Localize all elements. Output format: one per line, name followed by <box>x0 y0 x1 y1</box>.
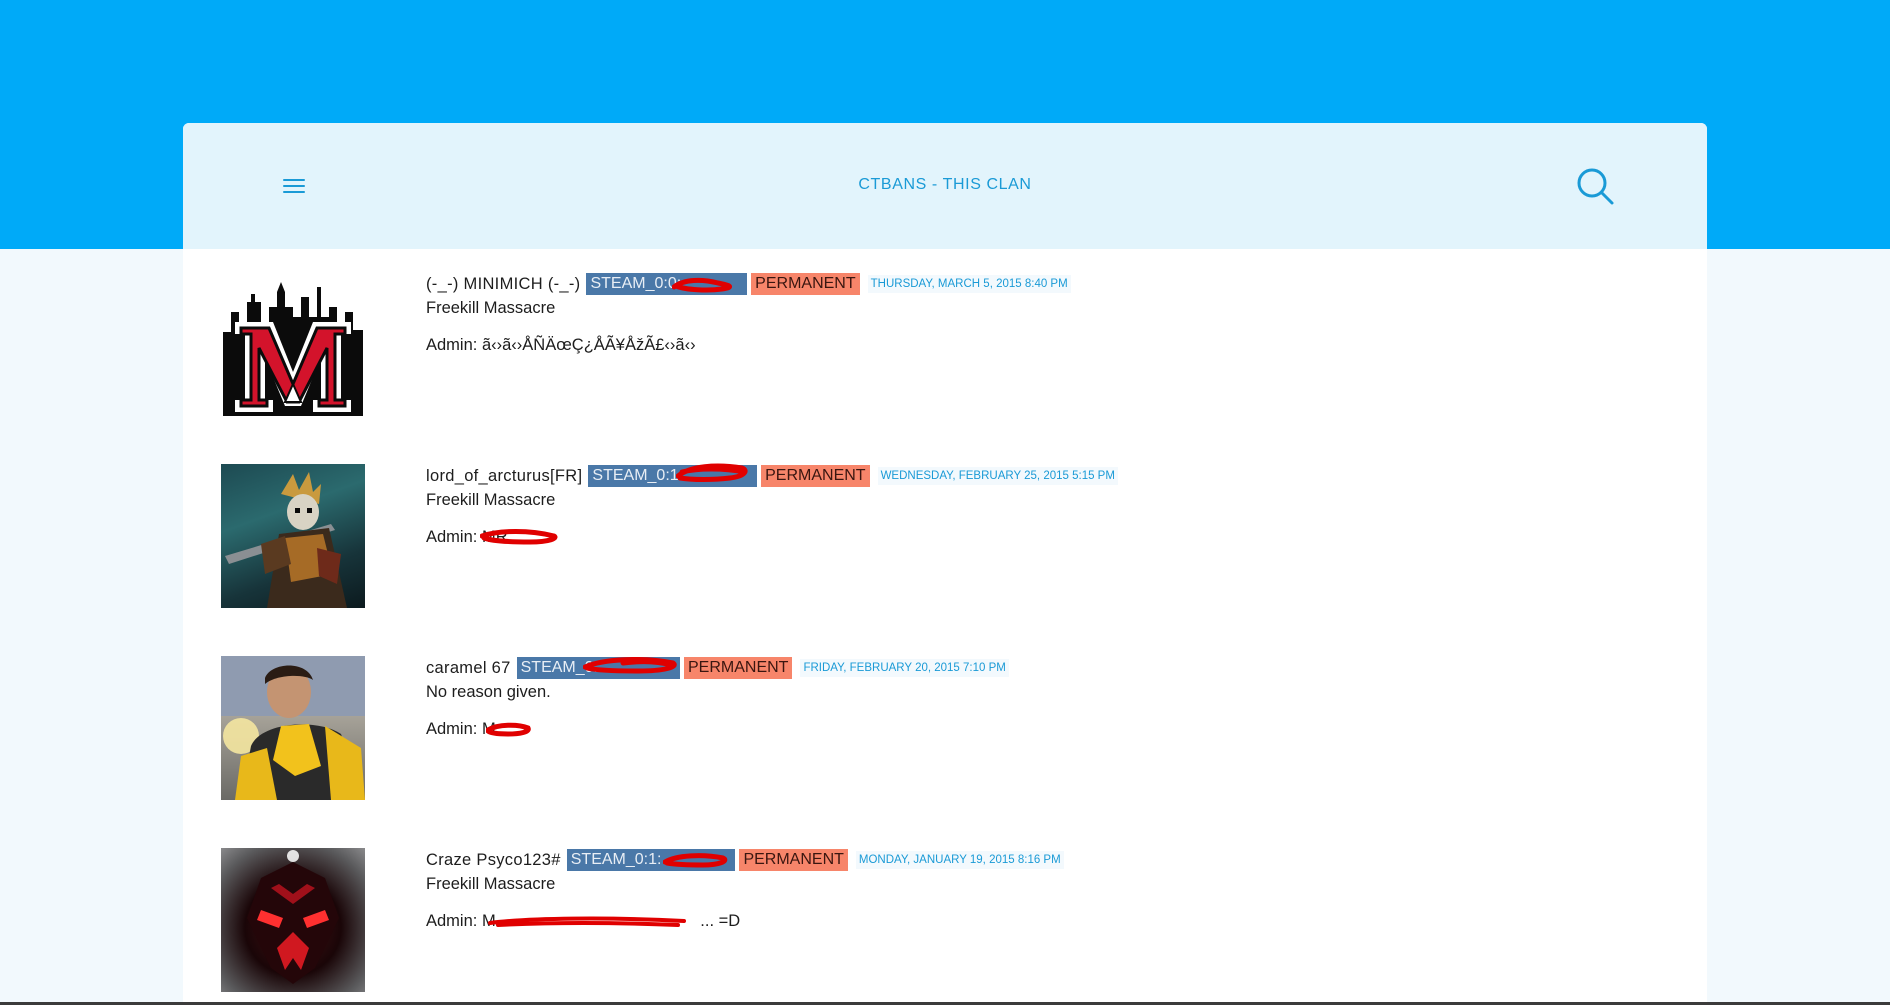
admin-name-suffix: ... =D <box>700 912 741 930</box>
armored-skeleton-knight-icon <box>225 472 347 608</box>
admin-label: Admin: <box>426 912 478 930</box>
ban-info: lord_of_arcturus[FR] STEAM_0:1: PERMANEN… <box>426 463 1626 547</box>
admin-name[interactable]: MR. <box>482 528 512 546</box>
red-demon-mask-icon <box>247 850 339 984</box>
admin-name[interactable]: M <box>482 912 496 930</box>
search-icon[interactable] <box>1576 167 1616 207</box>
steam-id-badge[interactable]: STEAM_0: <box>516 657 680 679</box>
admin-line: Admin: M <box>426 720 1626 739</box>
admin-label: Admin: <box>426 720 478 738</box>
avatar[interactable] <box>221 464 365 608</box>
steam-id-badge[interactable]: STEAM_0:1: <box>588 463 758 487</box>
ban-entry: (-_-) MINIMICH (-_-) STEAM_0:0: PERMANEN… <box>221 272 1671 416</box>
admin-line: Admin: M ... =D <box>426 912 1626 931</box>
red-m-skyline-logo-icon <box>223 282 363 416</box>
duration-badge: PERMANENT <box>683 657 793 679</box>
avatar[interactable] <box>221 656 365 800</box>
steam-id-text: STEAM_0:1: <box>570 851 662 868</box>
admin-label: Admin: <box>426 528 478 546</box>
steam-id-text: STEAM_0: <box>520 659 598 676</box>
steam-id-text: STEAM_0:0: <box>590 275 682 292</box>
ban-reason: No reason given. <box>426 683 551 701</box>
page-title: CTBANS - THIS CLAN <box>858 176 1032 193</box>
ban-info: Craze Psyco123# STEAM_0:1: PERMANENT MON… <box>426 848 1626 931</box>
admin-name[interactable]: ã‹›ã‹›ÅÑÄœÇ¿ÅÃ¥ÅžÃ£‹›ã‹› <box>482 336 696 354</box>
player-name[interactable]: (-_-) MINIMICH (-_-) <box>426 275 580 294</box>
admin-line: Admin: MR. <box>426 528 1626 547</box>
ban-entry: caramel 67 STEAM_0: PERMANENT FRIDAY, FE… <box>221 656 1671 800</box>
steam-id-badge[interactable]: STEAM_0:0: <box>586 273 748 295</box>
duration-badge: PERMANENT <box>761 465 870 487</box>
ban-info: caramel 67 STEAM_0: PERMANENT FRIDAY, FE… <box>426 656 1626 739</box>
avatar[interactable] <box>221 848 365 992</box>
ban-entry: Craze Psyco123# STEAM_0:1: PERMANENT MON… <box>221 848 1671 992</box>
person-yellow-jacket-photo-icon <box>221 656 365 800</box>
ban-date: THURSDAY, MARCH 5, 2015 8:40 PM <box>867 275 1071 293</box>
redaction-scribble <box>672 277 733 293</box>
ban-reason: Freekill Massacre <box>426 299 556 317</box>
steam-id-badge[interactable]: STEAM_0:1: <box>566 849 736 871</box>
avatar[interactable] <box>221 272 365 416</box>
redaction-scribble <box>662 853 727 868</box>
bans-card: CTBANS - THIS CLAN (-_-) MINIMICH (-_-) <box>183 123 1707 1002</box>
steam-id-text: STEAM_0:1: <box>592 467 684 484</box>
admin-label: Admin: <box>426 336 478 354</box>
ban-info: (-_-) MINIMICH (-_-) STEAM_0:0: PERMANEN… <box>426 272 1626 355</box>
ban-date: MONDAY, JANUARY 19, 2015 8:16 PM <box>855 851 1064 869</box>
ban-reason: Freekill Massacre <box>426 491 556 509</box>
player-name[interactable]: Craze Psyco123# <box>426 851 561 870</box>
ban-date: FRIDAY, FEBRUARY 20, 2015 7:10 PM <box>800 659 1009 677</box>
player-name[interactable]: lord_of_arcturus[FR] <box>426 467 582 486</box>
ban-reason: Freekill Massacre <box>426 875 556 893</box>
admin-line: Admin: ã‹›ã‹›ÅÑÄœÇ¿ÅÃ¥ÅžÃ£‹›ã‹› <box>426 336 1626 355</box>
redaction-scribble <box>488 916 686 927</box>
player-name[interactable]: caramel 67 <box>426 659 511 678</box>
duration-badge: PERMANENT <box>751 273 860 295</box>
admin-name[interactable]: M <box>482 720 496 738</box>
redaction-scribble <box>676 463 748 482</box>
card-header: CTBANS - THIS CLAN <box>183 123 1707 249</box>
duration-badge: PERMANENT <box>739 849 848 871</box>
ban-date: WEDNESDAY, FEBRUARY 25, 2015 5:15 PM <box>877 467 1118 485</box>
ban-entry: lord_of_arcturus[FR] STEAM_0:1: PERMANEN… <box>221 463 1671 608</box>
